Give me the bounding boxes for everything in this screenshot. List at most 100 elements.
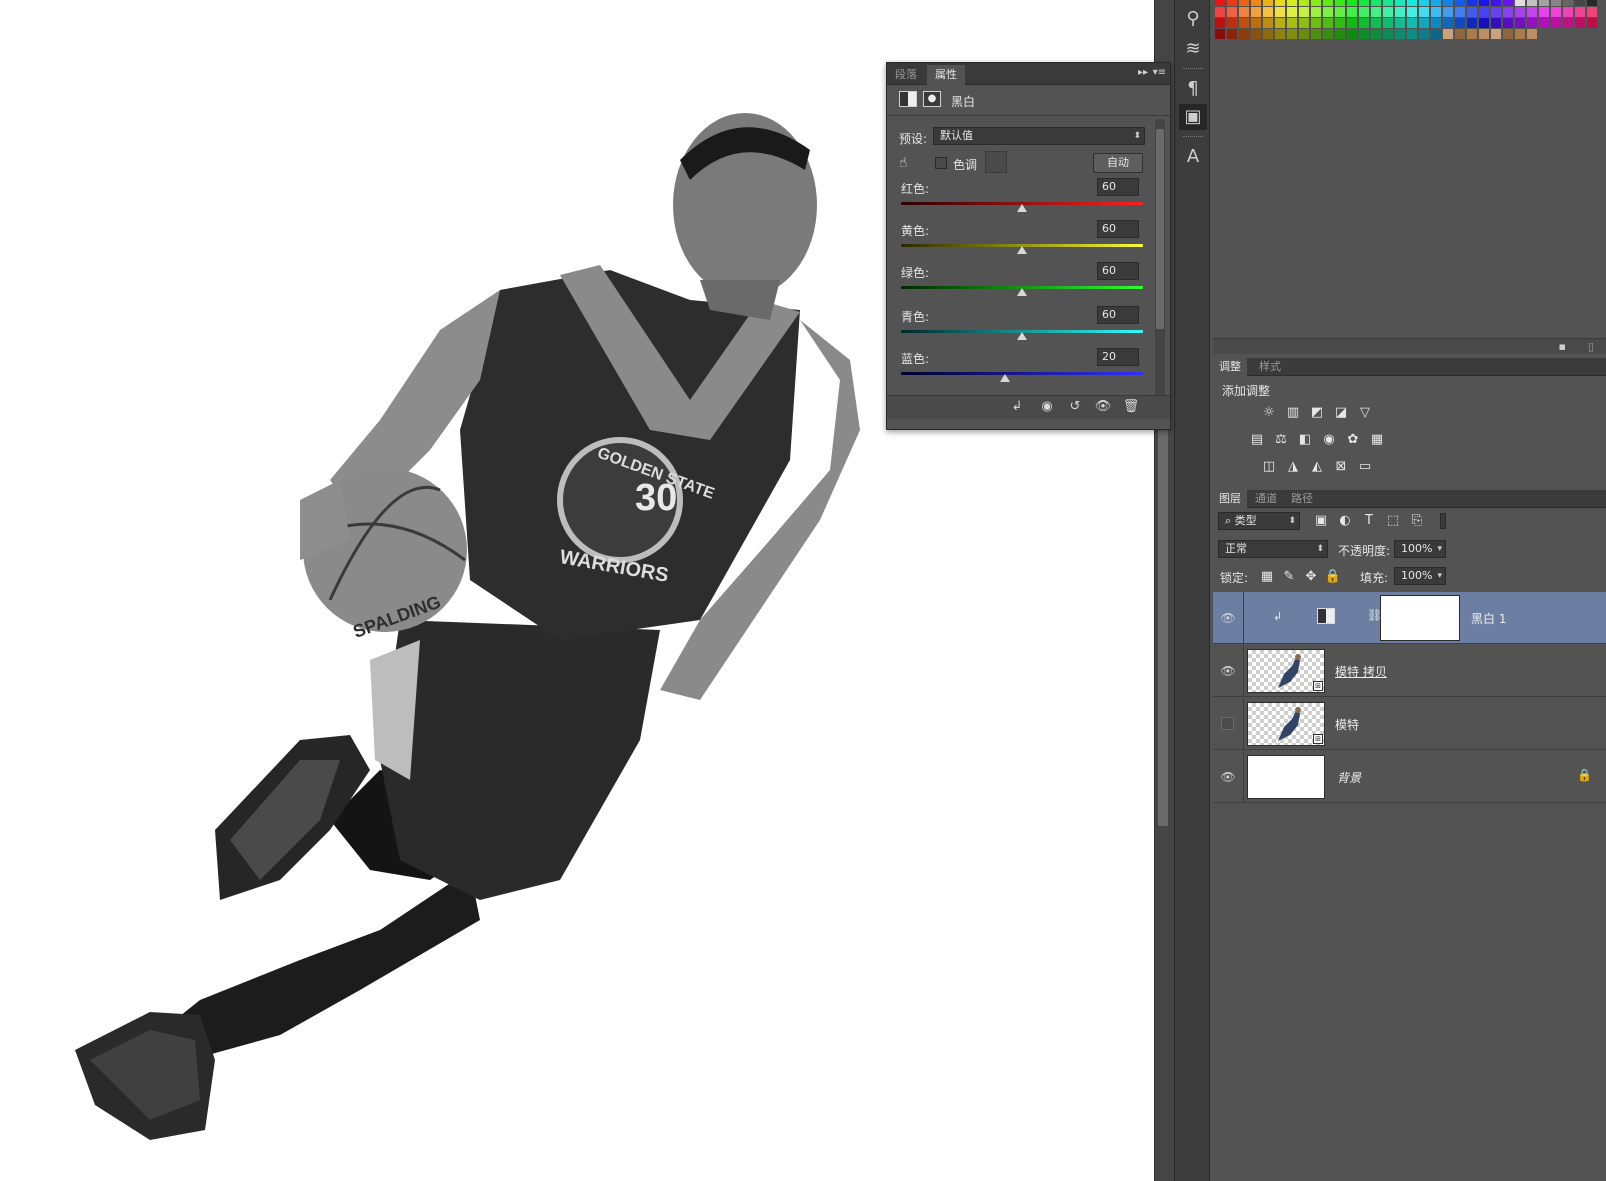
color-swatch[interactable] <box>1335 7 1345 17</box>
color-swatch[interactable] <box>1371 0 1381 6</box>
color-swatch[interactable] <box>1491 7 1501 17</box>
color-swatch[interactable] <box>1311 29 1321 39</box>
color-swatch[interactable] <box>1227 18 1237 28</box>
color-swatch[interactable] <box>1431 7 1441 17</box>
color-swatch[interactable] <box>1371 7 1381 17</box>
brightness-icon[interactable]: ☼ <box>1260 405 1278 421</box>
collapse-icon[interactable]: ▸▸ <box>1138 67 1148 78</box>
paragraph-icon[interactable]: ¶ <box>1179 76 1207 102</box>
tab-layers[interactable]: 图层 <box>1213 490 1247 508</box>
color-swatch[interactable] <box>1443 7 1453 17</box>
color-swatch[interactable] <box>1287 18 1297 28</box>
bw-adjustment-icon[interactable] <box>899 91 917 107</box>
tab-properties[interactable]: 属性 <box>927 65 965 85</box>
color-swatch[interactable] <box>1503 7 1513 17</box>
new-swatch-icon[interactable]: ▪ <box>1559 340 1566 353</box>
color-swatch[interactable] <box>1251 7 1261 17</box>
link-icon[interactable]: ⛓ <box>1367 608 1382 622</box>
color-swatch[interactable] <box>1335 29 1345 39</box>
slider-value-input[interactable]: 60 <box>1097 262 1139 280</box>
color-swatch[interactable] <box>1383 29 1393 39</box>
color-swatch[interactable] <box>1419 0 1429 6</box>
color-swatch[interactable] <box>1455 7 1465 17</box>
color-swatch[interactable] <box>1491 29 1501 39</box>
color-swatch[interactable] <box>1515 0 1525 6</box>
color-swatch[interactable] <box>1287 7 1297 17</box>
threshold-icon[interactable]: ◭ <box>1308 459 1326 475</box>
color-swatch[interactable] <box>1407 7 1417 17</box>
color-swatch[interactable] <box>1515 18 1525 28</box>
color-swatch[interactable] <box>1467 0 1477 6</box>
hue-saturation-icon[interactable]: ▤ <box>1248 432 1266 448</box>
color-swatch[interactable] <box>1383 18 1393 28</box>
color-swatch[interactable] <box>1467 7 1477 17</box>
color-swatch[interactable] <box>1227 29 1237 39</box>
color-swatch[interactable] <box>1527 29 1537 39</box>
color-swatch[interactable] <box>1251 0 1261 6</box>
color-swatch[interactable] <box>1431 29 1441 39</box>
color-swatch[interactable] <box>1311 7 1321 17</box>
color-swatch[interactable] <box>1215 18 1225 28</box>
color-swatch[interactable] <box>1419 18 1429 28</box>
layer-mask-thumbnail[interactable] <box>1380 595 1460 641</box>
color-swatch[interactable] <box>1371 18 1381 28</box>
color-swatch[interactable] <box>1239 0 1249 6</box>
color-swatch[interactable] <box>1359 18 1369 28</box>
exposure-icon[interactable]: ◪ <box>1332 405 1350 421</box>
color-swatch[interactable] <box>1239 29 1249 39</box>
invert-icon[interactable]: ◫ <box>1260 459 1278 475</box>
brush-settings-icon[interactable]: ≋ <box>1179 36 1207 62</box>
color-swatch[interactable] <box>1479 18 1489 28</box>
color-swatch[interactable] <box>1287 29 1297 39</box>
black-white-icon[interactable]: ◧ <box>1296 432 1314 448</box>
color-swatch[interactable] <box>1275 7 1285 17</box>
color-swatch[interactable] <box>1263 0 1273 6</box>
color-swatch[interactable] <box>1335 18 1345 28</box>
eye-icon[interactable]: 👁 <box>1219 610 1237 626</box>
color-swatch[interactable] <box>1443 0 1453 6</box>
color-swatch[interactable] <box>1467 29 1477 39</box>
slider-track[interactable] <box>901 372 1143 375</box>
color-swatch[interactable] <box>1371 29 1381 39</box>
color-swatch[interactable] <box>1551 7 1561 17</box>
color-swatch[interactable] <box>1419 7 1429 17</box>
delete-swatch-icon[interactable]: ▯ <box>1588 340 1594 353</box>
color-swatch[interactable] <box>1407 29 1417 39</box>
photo-filter-icon[interactable]: ◉ <box>1320 432 1338 448</box>
reset-icon[interactable]: ↺ <box>1065 398 1085 416</box>
color-swatch[interactable] <box>1527 18 1537 28</box>
color-swatch[interactable] <box>1359 7 1369 17</box>
color-swatch[interactable] <box>1491 18 1501 28</box>
lock-all-icon[interactable]: 🔒 <box>1324 569 1342 585</box>
filter-toggle[interactable] <box>1440 513 1446 529</box>
color-swatch[interactable] <box>1311 18 1321 28</box>
mask-icon[interactable]: ● <box>923 91 941 107</box>
panel-menu-icon[interactable]: ▾≡ <box>1153 67 1166 78</box>
color-swatch[interactable] <box>1503 0 1513 6</box>
tab-adjustments[interactable]: 调整 <box>1213 358 1247 376</box>
character-icon[interactable]: A <box>1179 144 1207 170</box>
view-previous-icon[interactable]: ◉ <box>1037 398 1057 416</box>
color-swatch[interactable] <box>1395 0 1405 6</box>
tab-channels[interactable]: 通道 <box>1249 490 1283 508</box>
color-swatch[interactable] <box>1239 18 1249 28</box>
color-swatch[interactable] <box>1587 18 1597 28</box>
color-swatch[interactable] <box>1263 7 1273 17</box>
chevron-down-icon[interactable]: ▾ <box>1437 541 1442 557</box>
targeted-adjustment-hand-icon[interactable]: ☝ <box>899 155 908 171</box>
color-swatch[interactable] <box>1539 0 1549 6</box>
color-swatch[interactable] <box>1587 7 1597 17</box>
color-swatch[interactable] <box>1563 0 1573 6</box>
properties-scroll-thumb[interactable] <box>1156 129 1164 329</box>
color-swatch[interactable] <box>1575 18 1585 28</box>
color-swatch[interactable] <box>1479 7 1489 17</box>
color-swatch[interactable] <box>1479 29 1489 39</box>
lock-transparency-icon[interactable]: ▦ <box>1258 569 1276 585</box>
color-lookup-icon[interactable]: ▦ <box>1368 432 1386 448</box>
color-swatch[interactable] <box>1395 7 1405 17</box>
tint-checkbox[interactable] <box>935 157 947 169</box>
tab-styles[interactable]: 样式 <box>1253 358 1287 376</box>
color-swatch[interactable] <box>1359 29 1369 39</box>
fill-input[interactable]: 100% ▾ <box>1394 567 1446 585</box>
color-swatch[interactable] <box>1419 29 1429 39</box>
